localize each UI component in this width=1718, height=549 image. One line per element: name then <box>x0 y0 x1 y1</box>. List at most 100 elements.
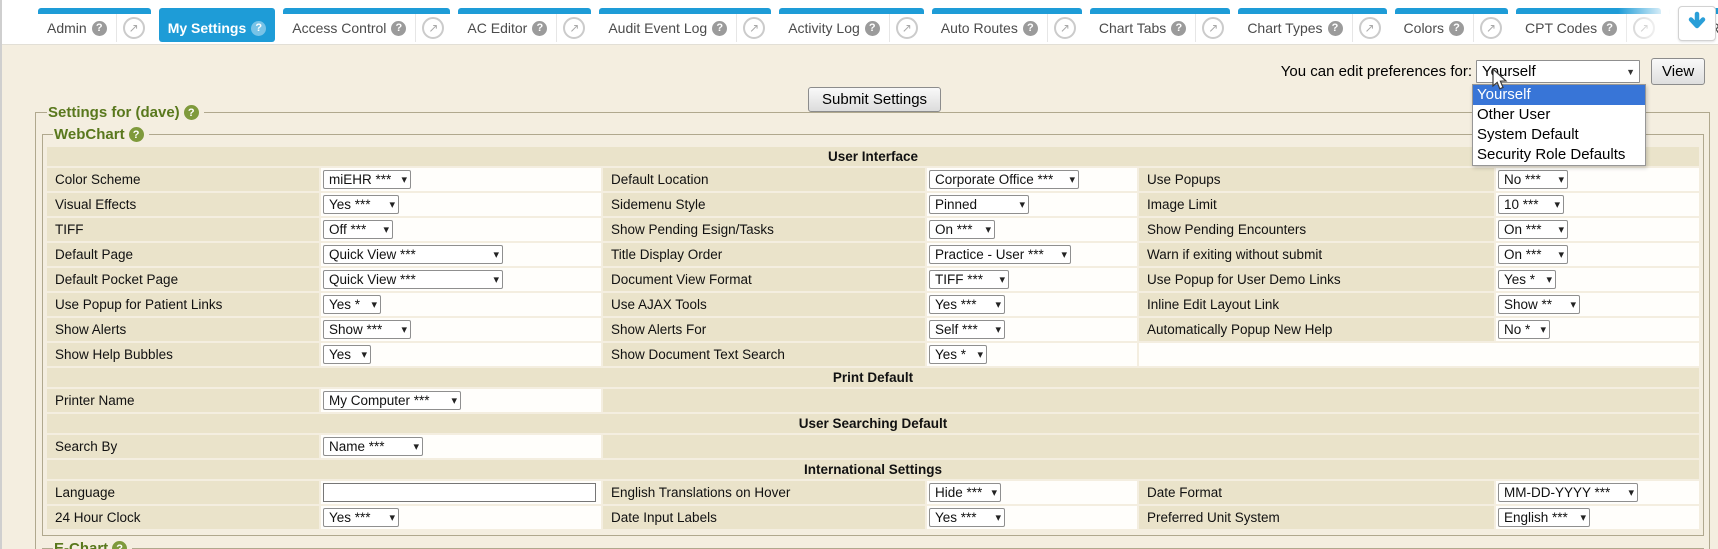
setting-value-cell: Quick View *** <box>321 243 601 266</box>
tab-external-segment[interactable] <box>556 14 591 42</box>
tab-main-segment[interactable]: Auto Routes <box>932 14 1047 42</box>
tab-activity-log[interactable]: Activity Log <box>779 8 924 42</box>
setting-label-24-hour-clock: 24 Hour Clock <box>47 506 319 529</box>
setting-label-title-display-order: Title Display Order <box>603 243 925 266</box>
setting-select-use-ajax-tools[interactable]: Yes *** <box>929 295 1005 314</box>
view-button[interactable]: View <box>1651 58 1705 85</box>
tab-main-segment[interactable]: Audit Event Log <box>599 14 736 42</box>
select-value: Yes *** <box>935 510 977 525</box>
setting-label-use-ajax-tools: Use AJAX Tools <box>603 293 925 316</box>
tab-auto-routes[interactable]: Auto Routes <box>932 8 1082 42</box>
setting-select-english-translations-on-hover[interactable]: Hide *** <box>929 483 1001 502</box>
dropdown-option-other-user[interactable]: Other User <box>1473 105 1645 125</box>
tab-chart-tabs[interactable]: Chart Tabs <box>1090 8 1230 42</box>
setting-select-24-hour-clock[interactable]: Yes *** <box>323 508 399 527</box>
setting-select-show-pending-esign-tasks[interactable]: On *** <box>929 220 995 239</box>
setting-select-default-location[interactable]: Corporate Office *** <box>929 170 1079 189</box>
dropdown-option-system-default[interactable]: System Default <box>1473 125 1645 145</box>
tab-external-segment[interactable] <box>1473 14 1508 42</box>
help-icon[interactable] <box>1449 21 1464 36</box>
setting-select-preferred-unit-system[interactable]: English *** <box>1498 508 1590 527</box>
setting-label-tiff: TIFF <box>47 218 319 241</box>
tab-external-segment[interactable] <box>415 14 450 42</box>
setting-select-show-alerts-for[interactable]: Self *** <box>929 320 1005 339</box>
help-icon[interactable] <box>1023 21 1038 36</box>
tab-external-segment[interactable] <box>116 14 151 42</box>
select-value: 10 *** <box>1504 197 1539 212</box>
tab-external-segment[interactable] <box>889 14 924 42</box>
setting-select-search-by[interactable]: Name *** <box>323 437 423 456</box>
settings-help-icon[interactable] <box>184 105 199 120</box>
setting-select-document-view-format[interactable]: TIFF *** <box>929 270 1009 289</box>
help-icon[interactable] <box>712 21 727 36</box>
setting-select-default-pocket-page[interactable]: Quick View *** <box>323 270 503 289</box>
webchart-help-icon[interactable] <box>129 127 144 142</box>
setting-select-show-help-bubbles[interactable]: Yes <box>323 345 371 364</box>
setting-select-title-display-order[interactable]: Practice - User *** <box>929 245 1071 264</box>
help-icon[interactable] <box>251 21 266 36</box>
help-icon[interactable] <box>1171 21 1186 36</box>
help-icon[interactable] <box>1602 21 1617 36</box>
setting-select-inline-edit-layout-link[interactable]: Show ** <box>1498 295 1580 314</box>
help-icon[interactable] <box>92 21 107 36</box>
setting-select-tiff[interactable]: Off *** <box>323 220 393 239</box>
setting-select-use-popups[interactable]: No *** <box>1498 170 1568 189</box>
setting-select-automatically-popup-new-help[interactable]: No * <box>1498 320 1550 339</box>
setting-label-warn-if-exiting-without-submit: Warn if exiting without submit <box>1139 243 1494 266</box>
external-link-icon <box>123 17 145 39</box>
tab-body: My Settings <box>159 14 276 42</box>
setting-input-language[interactable] <box>323 483 596 502</box>
tab-main-segment[interactable]: My Settings <box>159 14 276 42</box>
tab-main-segment[interactable]: Colors <box>1395 14 1473 42</box>
tab-body: Colors <box>1395 14 1508 42</box>
tab-access-control[interactable]: Access Control <box>283 8 450 42</box>
setting-select-use-popup-for-patient-links[interactable]: Yes * <box>323 295 381 314</box>
help-icon[interactable] <box>1328 21 1343 36</box>
setting-select-use-popup-for-user-demo-links[interactable]: Yes * <box>1498 270 1556 289</box>
tab-main-segment[interactable]: Activity Log <box>779 14 889 42</box>
tab-audit-event-log[interactable]: Audit Event Log <box>599 8 771 42</box>
tab-main-segment[interactable]: Access Control <box>283 14 415 42</box>
setting-select-color-scheme[interactable]: miEHR *** <box>323 170 411 189</box>
tab-admin[interactable]: Admin <box>38 8 151 42</box>
setting-select-warn-if-exiting-without-submit[interactable]: On *** <box>1498 245 1568 264</box>
tab-my-settings[interactable]: My Settings <box>159 8 276 42</box>
tab-main-segment[interactable]: CPT Codes <box>1516 14 1626 42</box>
tab-ac-editor[interactable]: AC Editor <box>458 8 591 42</box>
dropdown-option-security-role-defaults[interactable]: Security Role Defaults <box>1473 145 1645 165</box>
tab-external-segment[interactable] <box>1195 14 1230 42</box>
setting-select-show-document-text-search[interactable]: Yes * <box>929 345 987 364</box>
tab-label: Audit Event Log <box>608 20 707 36</box>
tab-external-segment[interactable] <box>1352 14 1387 42</box>
tab-overflow-button[interactable] <box>1678 6 1716 41</box>
tab-external-segment[interactable] <box>736 14 771 42</box>
tab-chart-types[interactable]: Chart Types <box>1238 8 1386 42</box>
setting-value-cell: Yes *** <box>321 506 601 529</box>
setting-value-cell: Yes * <box>321 293 601 316</box>
tab-main-segment[interactable]: Chart Tabs <box>1090 14 1195 42</box>
dropdown-option-yourself[interactable]: Yourself <box>1473 85 1645 105</box>
help-icon[interactable] <box>391 21 406 36</box>
echart-help-icon[interactable] <box>112 541 127 549</box>
empty-filler-cell <box>603 389 1699 412</box>
help-icon[interactable] <box>865 21 880 36</box>
edit-preferences-select[interactable]: Yourself ▼ <box>1476 60 1640 83</box>
setting-select-show-pending-encounters[interactable]: On *** <box>1498 220 1568 239</box>
select-value: TIFF *** <box>935 272 983 287</box>
setting-select-printer-name[interactable]: My Computer *** <box>323 391 461 410</box>
setting-select-sidemenu-style[interactable]: Pinned <box>929 195 1029 214</box>
help-icon[interactable] <box>532 21 547 36</box>
tab-main-segment[interactable]: Admin <box>38 14 116 42</box>
setting-select-show-alerts[interactable]: Show *** <box>323 320 411 339</box>
select-value: Yes * <box>1504 272 1535 287</box>
setting-select-visual-effects[interactable]: Yes *** <box>323 195 399 214</box>
tab-main-segment[interactable]: Chart Types <box>1238 14 1351 42</box>
tab-colors[interactable]: Colors <box>1395 8 1508 42</box>
tab-external-segment[interactable] <box>1047 14 1082 42</box>
setting-select-default-page[interactable]: Quick View *** <box>323 245 503 264</box>
tab-main-segment[interactable]: AC Editor <box>458 14 556 42</box>
setting-select-image-limit[interactable]: 10 *** <box>1498 195 1564 214</box>
select-caret-icon: ▼ <box>1626 67 1635 77</box>
setting-select-date-input-labels[interactable]: Yes *** <box>929 508 1005 527</box>
setting-select-date-format[interactable]: MM-DD-YYYY *** <box>1498 483 1638 502</box>
